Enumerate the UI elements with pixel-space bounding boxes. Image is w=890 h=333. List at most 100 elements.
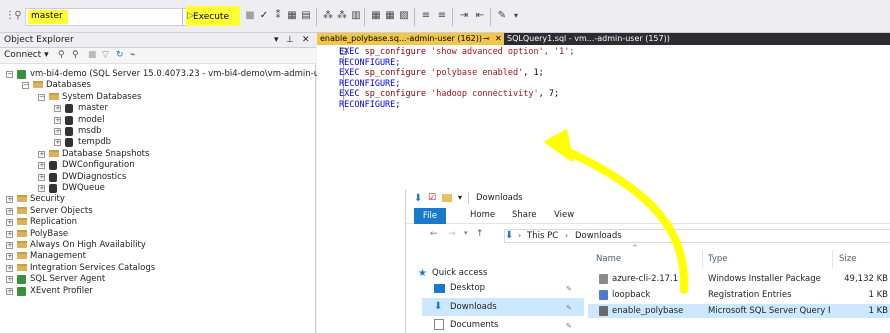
specify-values-icon[interactable]: ✎ [496, 10, 508, 22]
expand-icon[interactable]: + [38, 162, 45, 170]
filter-icon[interactable]: ▽ [102, 50, 109, 60]
expand-icon[interactable]: + [6, 230, 13, 238]
tree-node[interactable]: Integration Services Catalogs [30, 263, 155, 274]
stop-icon[interactable]: ■ [88, 50, 97, 60]
tab-view[interactable]: View [554, 210, 574, 220]
pin-icon[interactable]: ✎ [566, 304, 572, 312]
expand-icon[interactable]: + [6, 219, 13, 227]
overflow-icon[interactable]: ▾ [510, 10, 522, 22]
pin-icon[interactable]: ⊥ [286, 35, 294, 45]
file-row[interactable]: azure-cli-2.17.1 Windows Installer Packa… [588, 272, 890, 286]
expand-icon[interactable]: + [54, 128, 61, 135]
expand-icon[interactable]: + [6, 264, 13, 272]
execute-button[interactable]: Execute [193, 12, 229, 22]
nav-documents[interactable]: Documents [450, 320, 498, 330]
properties-icon[interactable]: ☑ [428, 193, 436, 203]
filter-icon[interactable]: ⚲ [12, 10, 24, 22]
uncomment-icon[interactable]: ≡ [436, 10, 448, 22]
results-grid-icon[interactable]: ▦ [384, 10, 396, 22]
plan-icon[interactable]: ⁂ [322, 10, 334, 22]
close-icon[interactable]: ✕ [302, 35, 310, 45]
forward-icon[interactable]: → [448, 229, 456, 239]
tree-node[interactable]: model [78, 115, 104, 126]
close-icon[interactable]: ✕ [495, 33, 502, 45]
results-file-icon[interactable]: ▨ [398, 10, 410, 22]
column-divider[interactable] [702, 250, 703, 268]
tree-node[interactable]: vm-bi4-demo (SQL Server 15.0.4073.23 - v… [30, 69, 336, 80]
address-bar[interactable]: ⬇ › This PC › Downloads [504, 229, 890, 243]
expand-icon[interactable]: + [6, 253, 13, 261]
disconnect-icon[interactable]: ⚲ [72, 50, 79, 60]
collapse-icon[interactable]: − [6, 71, 13, 78]
results-icon[interactable]: ▤ [300, 10, 312, 22]
stats-icon[interactable]: ⁂ [336, 10, 348, 22]
client-stats-icon[interactable]: ▥ [350, 10, 362, 22]
column-size[interactable]: Size [839, 254, 856, 264]
connect-button[interactable]: Connect ▾ [4, 50, 49, 60]
column-divider[interactable] [832, 250, 833, 268]
tab-enable-polybase[interactable]: enable_polybase.sq...-admin-user (162)) … [317, 33, 504, 45]
tree-node[interactable]: Always On High Availability [30, 240, 146, 251]
tree-node[interactable]: Server Objects [30, 206, 93, 217]
tree-node[interactable]: master [78, 103, 108, 114]
code-area[interactable]: EXEC sp_configure 'show advanced option'… [339, 47, 574, 110]
tree-node[interactable]: Database Snapshots [62, 149, 149, 160]
tree-node[interactable]: Replication [30, 217, 77, 228]
dropdown-icon[interactable]: ▾ [274, 35, 279, 45]
tree-node[interactable]: DWDiagnostics [62, 172, 126, 183]
expand-icon[interactable]: + [6, 242, 13, 249]
pin-icon[interactable]: ✎ [566, 322, 572, 330]
breadcrumb-this-pc[interactable]: This PC [527, 231, 558, 241]
file-row-selected[interactable]: enable_polybase Microsoft SQL Server Que… [588, 304, 890, 318]
column-type[interactable]: Type [708, 254, 728, 264]
tree-node[interactable]: msdb [78, 126, 102, 137]
back-icon[interactable]: ← [430, 229, 438, 239]
expand-icon[interactable]: + [6, 276, 13, 284]
expand-icon[interactable]: + [6, 207, 13, 215]
indent-icon[interactable]: ⇥ [458, 10, 470, 22]
up-icon[interactable]: ↑ [476, 229, 484, 239]
collapse-icon[interactable]: − [22, 82, 29, 90]
expand-icon[interactable]: + [54, 116, 61, 124]
nav-quick-access[interactable]: Quick access [432, 268, 487, 278]
tree-node[interactable]: XEvent Profiler [30, 286, 93, 297]
checkmark-icon[interactable]: ✓ [258, 10, 270, 22]
nav-desktop[interactable]: Desktop [450, 283, 485, 293]
results-text-icon[interactable]: ▦ [370, 10, 382, 22]
tree-node[interactable]: Security [30, 194, 65, 205]
quick-access-dropdown-icon[interactable]: ▾ [458, 193, 462, 202]
refresh-icon[interactable]: ↻ [116, 50, 124, 60]
tab-share[interactable]: Share [512, 210, 537, 220]
tree-node[interactable]: Management [30, 251, 86, 262]
tree-node[interactable]: PolyBase [30, 229, 68, 240]
expand-icon[interactable]: + [38, 150, 45, 158]
expand-icon[interactable]: + [6, 287, 13, 295]
tree-node[interactable]: System Databases [62, 92, 141, 103]
pin-icon[interactable]: ⊸ [483, 33, 490, 45]
tree-icon[interactable]: ⁑ [272, 10, 284, 22]
connect-icon[interactable]: ⚲ [58, 50, 65, 60]
pin-icon[interactable]: ✎ [566, 285, 572, 293]
tree-node[interactable]: DWConfiguration [62, 160, 135, 171]
nav-downloads[interactable]: Downloads [450, 302, 497, 312]
grid-icon[interactable]: ▦ [286, 10, 298, 22]
stop-icon[interactable]: ■ [244, 10, 256, 22]
tree-node[interactable]: DWQueue [62, 183, 105, 194]
tab-sqlquery1[interactable]: SQLQuery1.sql - vm...-admin-user (157)) [507, 33, 677, 45]
file-row[interactable]: loopback Registration Entries 1 KB [588, 288, 890, 302]
tree-node[interactable]: SQL Server Agent [30, 274, 105, 285]
column-name[interactable]: Name [596, 254, 621, 264]
database-dropdown[interactable]: master ▾ [25, 8, 195, 26]
outdent-icon[interactable]: ⇤ [474, 10, 486, 22]
tab-home[interactable]: Home [470, 210, 495, 220]
tree-node[interactable]: tempdb [78, 137, 111, 148]
expand-icon[interactable]: + [38, 185, 45, 192]
breadcrumb-downloads[interactable]: Downloads [575, 231, 622, 241]
activity-icon[interactable]: ⌁ [130, 50, 135, 60]
comment-icon[interactable]: ≡ [420, 10, 432, 22]
expand-icon[interactable]: + [38, 173, 45, 181]
expand-icon[interactable]: + [6, 196, 13, 204]
tree-node[interactable]: Databases [46, 80, 91, 91]
collapse-icon[interactable]: − [38, 93, 45, 101]
expand-icon[interactable]: + [54, 139, 61, 147]
